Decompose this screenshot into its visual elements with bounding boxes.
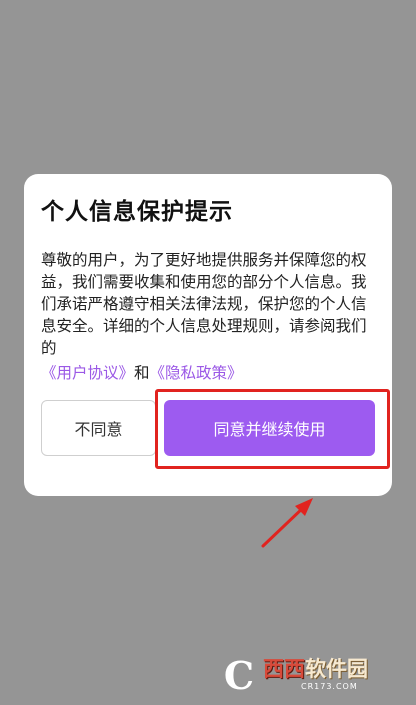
dialog-body: 尊敬的用户，为了更好地提供服务并保障您的权益，我们需要收集和使用您的部分个人信息… [41, 249, 377, 384]
watermark-logo-icon: C [223, 652, 255, 698]
dialog-title: 个人信息保护提示 [41, 199, 233, 225]
watermark: C 西西软件园 CR173.COM [215, 652, 398, 698]
watermark-brand-rest: 软件园 [305, 657, 368, 681]
watermark-text: 西西软件园 CR173.COM [263, 659, 368, 691]
and-text: 和 [134, 364, 150, 382]
privacy-dialog: 个人信息保护提示 尊敬的用户，为了更好地提供服务并保障您的权益，我们需要收集和使… [24, 174, 392, 496]
watermark-brand-red: 西西 [263, 657, 305, 681]
watermark-domain: CR173.COM [301, 682, 358, 691]
watermark-title: 西西软件园 [263, 659, 368, 680]
user-agreement-link[interactable]: 《用户协议》 [41, 364, 134, 382]
decline-button[interactable]: 不同意 [41, 400, 156, 456]
agree-button[interactable]: 同意并继续使用 [164, 400, 375, 456]
privacy-policy-link[interactable]: 《隐私政策》 [150, 364, 243, 382]
screen: 个人信息保护提示 尊敬的用户，为了更好地提供服务并保障您的权益，我们需要收集和使… [0, 0, 416, 705]
arrow-icon [261, 498, 313, 548]
dialog-body-text: 尊敬的用户，为了更好地提供服务并保障您的权益，我们需要收集和使用您的部分个人信息… [41, 251, 367, 357]
policy-links: 《用户协议》和《隐私政策》 [41, 362, 377, 384]
